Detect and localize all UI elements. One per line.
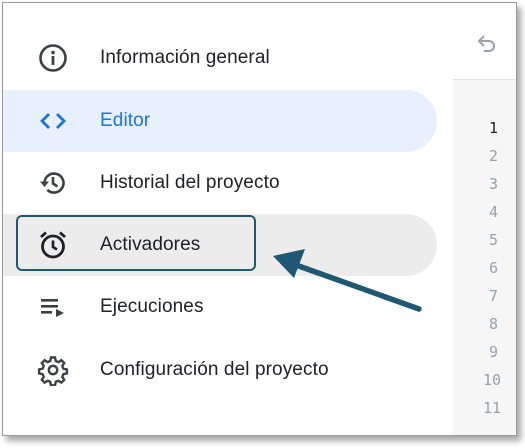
screenshot-frame: Información general Editor Historial del… <box>2 2 517 436</box>
arrow-icon <box>273 249 422 312</box>
